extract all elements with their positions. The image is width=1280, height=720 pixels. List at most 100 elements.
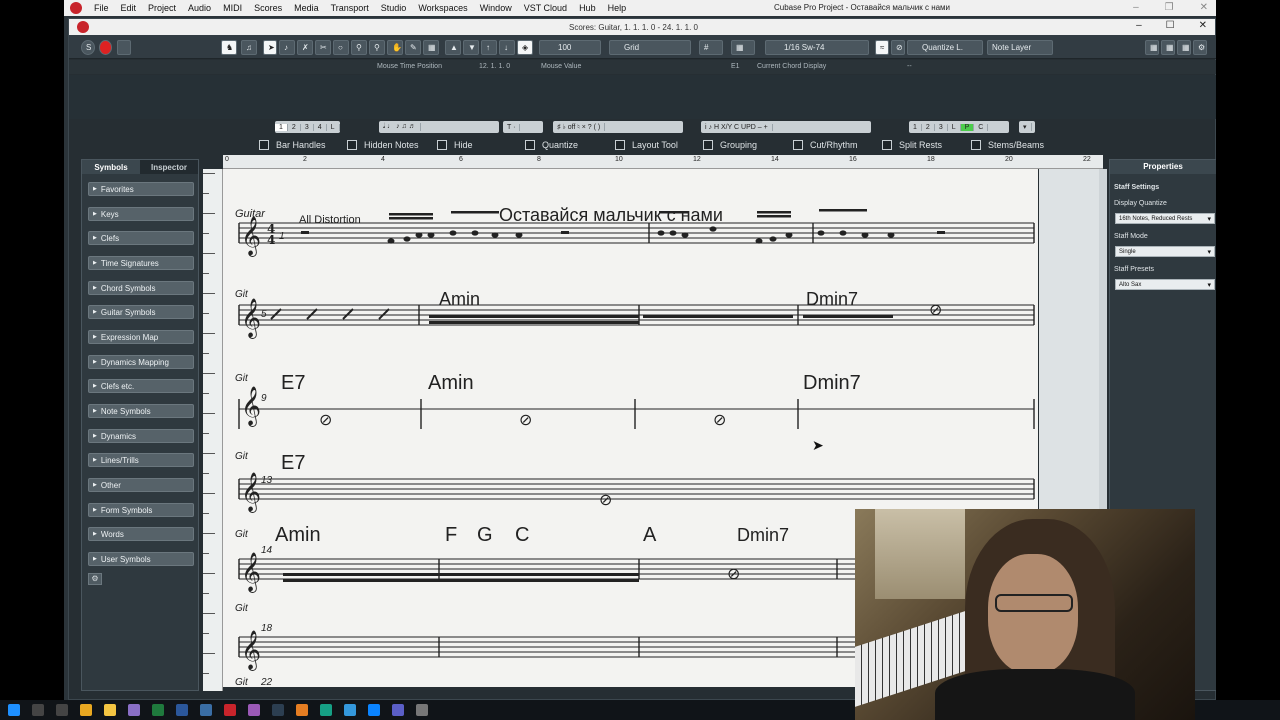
display-quantize-select[interactable]: 16th Notes, Reduced Rests xyxy=(1115,213,1215,225)
hand-tool-icon[interactable]: ✋ xyxy=(387,40,403,55)
functions-group[interactable]: i ♪ H X/Y C UPD – + xyxy=(701,121,871,133)
voice-4-button[interactable]: 4 xyxy=(314,123,327,131)
accidentals-icon[interactable]: ♯ ♭ off ♮ × ? ( ) xyxy=(553,123,606,131)
ext-dropdown[interactable]: ▾ xyxy=(1019,121,1035,133)
nudge-down-icon[interactable]: ▼ xyxy=(463,40,479,55)
bar-ruler[interactable]: 0 2 4 6 8 10 12 14 16 18 20 22 xyxy=(223,155,1103,169)
symbols-user-symbols[interactable]: User Symbols xyxy=(88,552,194,566)
display-3-button[interactable]: 3 xyxy=(935,123,948,131)
bar-handles-checkbox[interactable]: Bar Handles xyxy=(259,140,326,150)
pointer-tool-icon[interactable]: ➤ xyxy=(263,40,277,55)
right-zone-icon[interactable]: ▦ xyxy=(1177,40,1191,55)
scissors-tool-icon[interactable]: ✂ xyxy=(315,40,331,55)
search-icon[interactable] xyxy=(32,704,44,716)
split-rests-checkbox[interactable]: Split Rests xyxy=(882,140,942,150)
app-icon[interactable] xyxy=(128,704,140,716)
functions-icon[interactable]: i ♪ H X/Y C UPD – + xyxy=(701,123,773,131)
symbols-favorites[interactable]: Favorites xyxy=(88,182,194,196)
record-icon[interactable] xyxy=(99,40,112,55)
glue-tool-icon[interactable]: ○ xyxy=(333,40,349,55)
symbols-dynamics-mapping[interactable]: Dynamics Mapping xyxy=(88,355,194,369)
folder-icon[interactable] xyxy=(104,704,116,716)
menu-midi[interactable]: MIDI xyxy=(217,3,248,13)
autoscroll-icon[interactable]: ♞ xyxy=(221,40,237,55)
pencil-tool-icon[interactable]: ✎ xyxy=(405,40,421,55)
window-layout-icon[interactable]: ▦ xyxy=(1145,40,1159,55)
iterative-quantize-icon[interactable]: ≈ xyxy=(875,40,889,55)
windows-start-icon[interactable] xyxy=(8,704,20,716)
symbols-chord-symbols[interactable]: Chord Symbols xyxy=(88,281,194,295)
note-layer-select[interactable]: Note Layer xyxy=(987,40,1053,55)
lock-icon[interactable] xyxy=(117,40,131,55)
menu-edit[interactable]: Edit xyxy=(115,3,143,13)
app-icon[interactable] xyxy=(296,704,308,716)
left-zone-icon[interactable]: ▦ xyxy=(1161,40,1175,55)
browser-icon[interactable] xyxy=(80,704,92,716)
velocity-field[interactable]: 100 xyxy=(539,40,601,55)
audition-icon[interactable] xyxy=(200,704,212,716)
score-close-icon[interactable]: ✕ xyxy=(1199,20,1207,31)
symbols-keys[interactable]: Keys xyxy=(88,207,194,221)
menu-file[interactable]: File xyxy=(88,3,115,13)
stems-beams-checkbox[interactable]: Stems/Beams xyxy=(971,140,1044,150)
staff-presets-select[interactable]: Alto Sax xyxy=(1115,279,1215,291)
nudge-up-icon[interactable]: ▲ xyxy=(445,40,461,55)
note-value-icon[interactable]: 𝅘𝅥 ♩ ♪ ♫ ♬ xyxy=(379,123,421,131)
zoom-out-icon[interactable]: ⚲ xyxy=(369,40,385,55)
menu-vst-cloud[interactable]: VST Cloud xyxy=(518,3,573,13)
word-icon[interactable] xyxy=(176,704,188,716)
minimize-icon[interactable]: – xyxy=(1133,2,1139,13)
tuplet-icon[interactable]: T · xyxy=(503,123,521,131)
settings-icon[interactable]: ⚙ xyxy=(1193,40,1207,55)
close-icon[interactable]: ✕ xyxy=(1200,2,1208,13)
note-values-group[interactable]: 𝅘𝅥 ♩ ♪ ♫ ♬ xyxy=(379,121,499,133)
symbols-clefs-etc[interactable]: Clefs etc. xyxy=(88,379,194,393)
app-icon[interactable] xyxy=(344,704,356,716)
score-minimize-icon[interactable]: – xyxy=(1136,20,1142,31)
vertical-ruler[interactable] xyxy=(203,169,223,691)
menu-transport[interactable]: Transport xyxy=(325,3,375,13)
note-tool-icon[interactable]: ♪ xyxy=(279,40,295,55)
tab-symbols[interactable]: Symbols xyxy=(82,160,140,174)
grouping-checkbox[interactable]: Grouping xyxy=(703,140,757,150)
menu-studio[interactable]: Studio xyxy=(375,3,413,13)
app-icon[interactable] xyxy=(272,704,284,716)
app-icon[interactable] xyxy=(392,704,404,716)
symbols-form-symbols[interactable]: Form Symbols xyxy=(88,503,194,517)
display-p-button[interactable]: P xyxy=(960,123,975,131)
symbols-expression-map[interactable]: Expression Map xyxy=(88,330,194,344)
layout-tool-icon[interactable]: ▦ xyxy=(423,40,439,55)
quantize-checkbox[interactable]: Quantize xyxy=(525,140,578,150)
menu-window[interactable]: Window xyxy=(474,3,518,13)
gear-icon[interactable]: ⚙ xyxy=(88,573,102,585)
display-l-button[interactable]: L xyxy=(948,123,961,131)
staff-mode-select[interactable]: Single xyxy=(1115,246,1215,258)
quantize-length-select[interactable]: Quantize L. xyxy=(907,40,983,55)
symbols-guitar-symbols[interactable]: Guitar Symbols xyxy=(88,305,194,319)
quantize-reset-icon[interactable]: ⊘ xyxy=(891,40,905,55)
display-2-button[interactable]: 2 xyxy=(922,123,935,131)
layers-icon[interactable]: ◈ xyxy=(517,40,533,55)
zoom-tool-icon[interactable]: ⚲ xyxy=(351,40,367,55)
display-c-button[interactable]: C xyxy=(974,123,989,131)
arrow-down-icon[interactable]: ↓ xyxy=(499,40,515,55)
menu-scores[interactable]: Scores xyxy=(248,3,288,13)
speaker-icon[interactable]: ♫ xyxy=(241,40,257,55)
solo-icon[interactable]: S xyxy=(81,40,95,55)
symbols-other[interactable]: Other xyxy=(88,478,194,492)
menu-audio[interactable]: Audio xyxy=(182,3,217,13)
cubase-taskbar-icon[interactable] xyxy=(224,704,236,716)
quantize-select[interactable]: 1/16 Sw-74 xyxy=(765,40,869,55)
symbols-clefs[interactable]: Clefs xyxy=(88,231,194,245)
cut-rhythm-checkbox[interactable]: Cut/Rhythm xyxy=(793,140,858,150)
menu-hub[interactable]: Hub xyxy=(573,3,602,13)
app-icon[interactable] xyxy=(320,704,332,716)
symbols-note-symbols[interactable]: Note Symbols xyxy=(88,404,194,418)
app-icon[interactable] xyxy=(416,704,428,716)
chevron-down-icon[interactable]: ▾ xyxy=(1019,123,1032,131)
menu-media[interactable]: Media xyxy=(288,3,325,13)
display-1-button[interactable]: 1 xyxy=(909,123,922,131)
snap-type-icon[interactable]: ▦ xyxy=(731,40,755,55)
task-view-icon[interactable] xyxy=(56,704,68,716)
hide-checkbox[interactable]: Hide xyxy=(437,140,473,150)
